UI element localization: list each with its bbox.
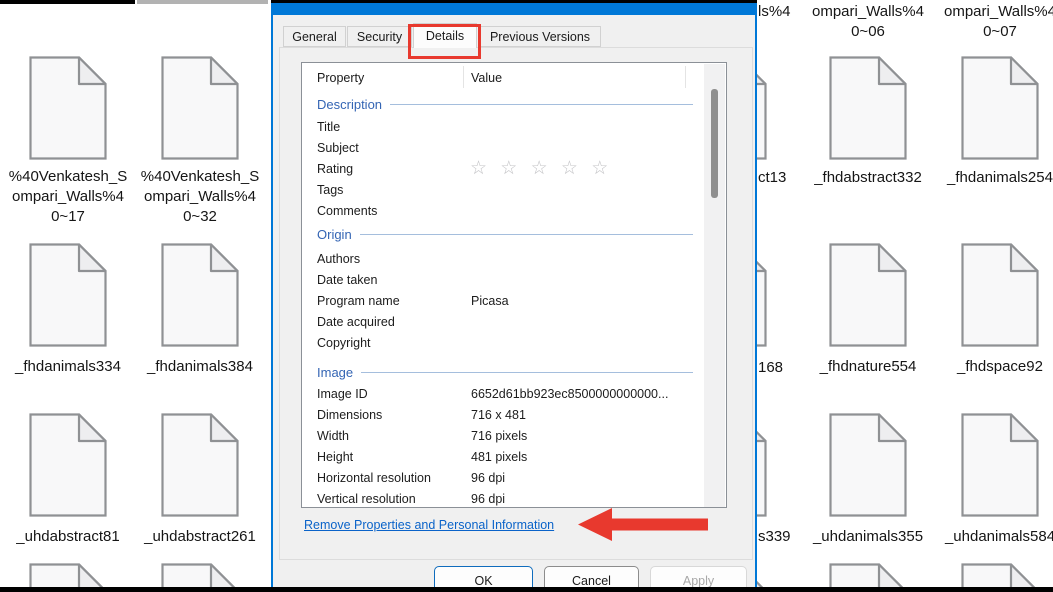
annotation-arrow-icon <box>578 508 708 541</box>
tab-security[interactable]: Security <box>347 26 412 47</box>
section-title: Image <box>317 364 354 380</box>
property-row: Subject <box>317 141 359 155</box>
screen: ompari_Walls%4 0~06 ompari_Walls%4 0~07 … <box>0 0 1053 592</box>
property-row: Date acquired <box>317 315 395 329</box>
section-rule <box>359 233 693 235</box>
tab-previous-versions[interactable]: Previous Versions <box>479 26 601 47</box>
property-row: Comments <box>317 204 378 218</box>
file-label-fragment[interactable]: 168 <box>758 358 783 378</box>
file-icon[interactable] <box>961 243 1039 347</box>
file-icon[interactable] <box>961 413 1039 517</box>
file-label[interactable]: _fhdnature554 <box>800 357 936 377</box>
rating-stars[interactable]: ☆ ☆ ☆ ☆ ☆ <box>470 157 612 180</box>
file-icon[interactable] <box>829 56 907 160</box>
file-label[interactable]: _fhdabstract332 <box>800 168 936 188</box>
column-header-property[interactable]: Property <box>317 71 364 85</box>
file-icon[interactable] <box>29 56 107 160</box>
section-image: Image <box>317 364 726 380</box>
file-label[interactable]: _uhdabstract261 <box>132 527 268 547</box>
file-label-fragment[interactable]: ct13 <box>758 168 786 188</box>
remove-properties-link[interactable]: Remove Properties and Personal Informati… <box>304 518 554 532</box>
top-window-remnant-dark <box>0 0 135 4</box>
section-title: Origin <box>317 226 352 242</box>
apply-button-label: Apply <box>682 574 715 588</box>
property-row: Tags <box>317 183 344 197</box>
top-window-remnant-light <box>137 0 268 4</box>
bottom-edge-bar <box>0 587 1053 592</box>
file-icon[interactable] <box>161 56 239 160</box>
property-row: Vertical resolution 96 dpi <box>317 492 506 506</box>
file-label[interactable]: ompari_Walls%4 0~06 <box>800 2 936 42</box>
column-header-value[interactable]: Value <box>471 71 502 85</box>
property-row: Date taken <box>317 273 378 287</box>
property-row: Program name Picasa <box>317 294 509 308</box>
file-icon[interactable] <box>161 243 239 347</box>
file-label[interactable]: %40Venkatesh_S ompari_Walls%4 0~32 <box>132 167 268 227</box>
property-row: Copyright <box>317 336 371 350</box>
section-rule <box>390 103 693 105</box>
ok-button-label: OK <box>474 574 493 588</box>
file-label[interactable]: _fhdspace92 <box>932 357 1053 377</box>
file-label[interactable]: _fhdanimals254 <box>932 168 1053 188</box>
file-icon[interactable] <box>29 243 107 347</box>
tab-general[interactable]: General <box>283 26 346 47</box>
property-row: Title <box>317 120 341 134</box>
tab-security-label: Security <box>356 29 403 44</box>
cancel-button-label: Cancel <box>572 574 611 588</box>
property-row: Authors <box>317 252 361 266</box>
section-description: Description <box>317 96 726 112</box>
file-label[interactable]: _uhdanimals355 <box>800 527 936 547</box>
column-divider[interactable] <box>463 66 464 88</box>
file-label[interactable]: ompari_Walls%4 0~07 <box>932 2 1053 42</box>
property-row: Horizontal resolution 96 dpi <box>317 471 506 485</box>
section-rule <box>361 371 693 373</box>
column-divider[interactable] <box>685 66 686 88</box>
file-label[interactable]: _uhdanimals584 <box>932 527 1053 547</box>
property-row-rating: Rating ☆ ☆ ☆ ☆ ☆ <box>317 158 613 179</box>
file-label[interactable]: %40Venkatesh_S ompari_Walls%4 0~17 <box>0 167 136 227</box>
annotation-highlight-box <box>408 24 481 59</box>
file-label[interactable]: _fhdanimals334 <box>0 357 136 377</box>
property-row: Image ID 6652d61bb923ec8500000000000... <box>317 387 669 401</box>
dialog-titlebar[interactable] <box>271 3 757 15</box>
scrollbar-thumb[interactable] <box>711 89 718 198</box>
file-icon[interactable] <box>29 413 107 517</box>
file-label[interactable]: _uhdabstract81 <box>0 527 136 547</box>
property-row: Height 481 pixels <box>317 450 528 464</box>
properties-list: Property Value Description Title Subject… <box>301 62 727 508</box>
tab-previous-versions-label: Previous Versions <box>489 29 591 44</box>
section-title: Description <box>317 96 383 112</box>
file-label-fragment[interactable]: s339 <box>758 527 791 547</box>
file-label[interactable]: _fhdanimals384 <box>132 357 268 377</box>
tab-general-label: General <box>292 29 337 44</box>
scrollbar-track[interactable] <box>704 64 725 507</box>
file-icon[interactable] <box>829 413 907 517</box>
file-icon[interactable] <box>829 243 907 347</box>
properties-dialog: General Security Details Previous Versio… <box>271 0 757 592</box>
section-origin: Origin <box>317 226 726 242</box>
property-row: Dimensions 716 x 481 <box>317 408 526 422</box>
property-row: Width 716 pixels <box>317 429 528 443</box>
file-label-fragment[interactable]: ls%4 <box>758 2 791 22</box>
file-icon[interactable] <box>161 413 239 517</box>
file-icon[interactable] <box>961 56 1039 160</box>
